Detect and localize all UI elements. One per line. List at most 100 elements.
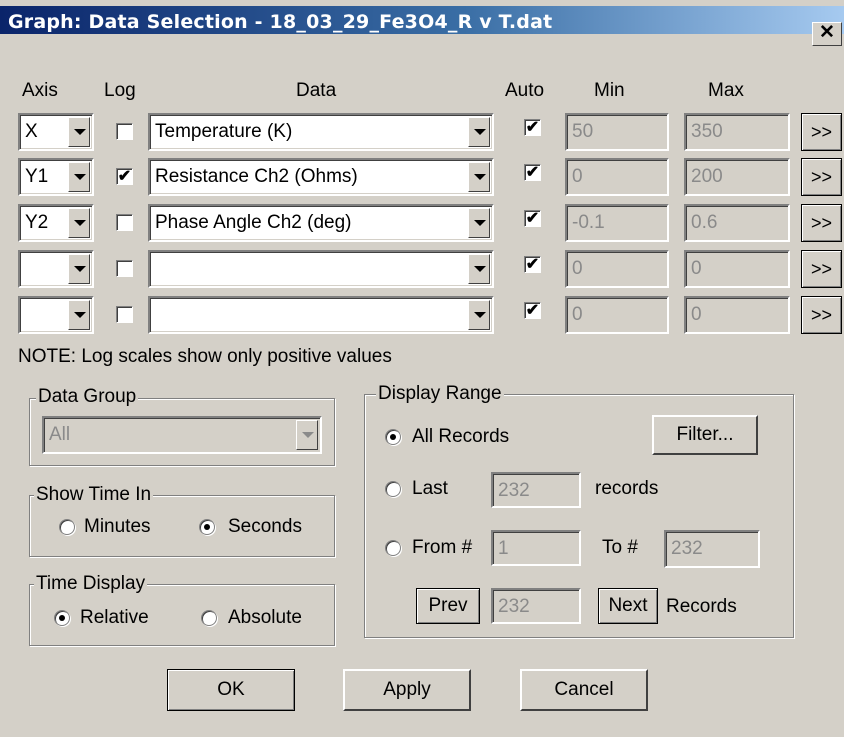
data-value: Phase Angle Ch2 (deg) (155, 212, 352, 233)
checkmark-icon: ✔ (525, 164, 540, 181)
checkmark-icon: ✔ (525, 302, 540, 319)
all-records-label: All Records (412, 426, 510, 447)
auto-checkbox[interactable]: ✔ (524, 302, 541, 319)
chevron-down-icon[interactable] (68, 117, 90, 147)
more-options-button[interactable]: >> (801, 296, 842, 334)
display-range-legend: Display Range (376, 383, 504, 405)
from-value: 1 (498, 538, 509, 559)
more-options-button[interactable]: >> (801, 113, 842, 151)
auto-checkbox[interactable]: ✔ (524, 119, 541, 136)
time-display-legend: Time Display (34, 573, 148, 595)
chevron-down-icon[interactable] (68, 162, 90, 192)
data-select[interactable]: Phase Angle Ch2 (deg) (148, 204, 494, 242)
log-checkbox[interactable] (116, 306, 133, 323)
auto-checkbox[interactable]: ✔ (524, 164, 541, 181)
data-group-select[interactable]: All (42, 416, 322, 454)
prev-button[interactable]: Prev (416, 588, 480, 624)
minutes-radio[interactable] (59, 519, 75, 535)
last-count-input[interactable]: 232 (491, 472, 581, 508)
from-label: From # (412, 537, 473, 558)
axis-select[interactable] (18, 296, 94, 334)
auto-checkbox[interactable]: ✔ (524, 210, 541, 227)
axis-select[interactable]: Y1 (18, 158, 94, 196)
chevron-down-icon[interactable] (68, 300, 90, 330)
filter-button[interactable]: Filter... (652, 415, 758, 455)
more-options-button[interactable]: >> (801, 204, 842, 242)
absolute-radio[interactable] (201, 610, 217, 626)
header-log: Log (104, 80, 136, 101)
relative-radio[interactable] (54, 610, 70, 626)
header-max: Max (708, 80, 744, 101)
chevron-down-icon[interactable] (468, 254, 490, 284)
step-value: 232 (498, 596, 530, 617)
chevron-down-icon[interactable] (468, 117, 490, 147)
chevron-down-icon[interactable] (468, 300, 490, 330)
absolute-label: Absolute (228, 607, 302, 628)
from-input[interactable]: 1 (491, 530, 581, 566)
close-button[interactable]: ✕ (812, 22, 842, 46)
to-input[interactable]: 232 (664, 530, 760, 568)
min-value: 0 (572, 166, 583, 187)
data-select[interactable]: Resistance Ch2 (Ohms) (148, 158, 494, 196)
axis-select[interactable] (18, 250, 94, 288)
max-value: 0 (691, 304, 702, 325)
max-input[interactable]: 0 (684, 296, 790, 334)
apply-button[interactable]: Apply (343, 669, 471, 711)
records-suffix-label: records (595, 478, 659, 499)
title-bar: Graph: Data Selection - 18_03_29_Fe3O4_R… (0, 0, 844, 34)
step-input[interactable]: 232 (491, 588, 581, 624)
more-options-button[interactable]: >> (801, 250, 842, 288)
seconds-radio[interactable] (199, 519, 215, 535)
max-input[interactable]: 0 (684, 250, 790, 288)
max-input[interactable]: 0.6 (684, 204, 790, 242)
last-radio[interactable] (385, 481, 401, 497)
note-text: NOTE: Log scales show only positive valu… (18, 346, 392, 367)
log-checkbox[interactable] (116, 260, 133, 277)
min-input[interactable]: 0 (565, 250, 669, 288)
log-checkbox[interactable]: ✔ (116, 168, 133, 185)
axis-select[interactable]: Y2 (18, 204, 94, 242)
max-value: 0.6 (691, 212, 718, 233)
last-count-value: 232 (498, 480, 530, 501)
minutes-label: Minutes (84, 516, 151, 537)
log-checkbox[interactable] (116, 123, 133, 140)
chevron-down-icon[interactable] (468, 208, 490, 238)
min-input[interactable]: 50 (565, 113, 669, 151)
data-select[interactable] (148, 250, 494, 288)
min-input[interactable]: 0 (565, 296, 669, 334)
records-label: Records (666, 596, 737, 617)
header-min: Min (594, 80, 625, 101)
all-records-radio[interactable] (385, 429, 401, 445)
data-value: Resistance Ch2 (Ohms) (155, 166, 358, 187)
axis-select[interactable]: X (18, 113, 94, 151)
last-label: Last (412, 478, 448, 499)
to-label: To # (602, 537, 638, 558)
log-checkbox[interactable] (116, 214, 133, 231)
auto-checkbox[interactable]: ✔ (524, 256, 541, 273)
data-select[interactable] (148, 296, 494, 334)
data-value: Temperature (K) (155, 121, 293, 142)
show-time-in-legend: Show Time In (34, 484, 154, 506)
more-options-button[interactable]: >> (801, 158, 842, 196)
ok-button[interactable]: OK (167, 669, 295, 711)
max-value: 350 (691, 121, 723, 142)
min-input[interactable]: -0.1 (565, 204, 669, 242)
data-select[interactable]: Temperature (K) (148, 113, 494, 151)
chevron-down-icon[interactable] (296, 420, 318, 450)
header-data: Data (296, 80, 337, 101)
chevron-down-icon[interactable] (468, 162, 490, 192)
min-input[interactable]: 0 (565, 158, 669, 196)
header-auto: Auto (505, 80, 545, 101)
chevron-down-icon[interactable] (68, 208, 90, 238)
checkmark-icon: ✔ (117, 168, 132, 185)
max-input[interactable]: 350 (684, 113, 790, 151)
from-radio[interactable] (385, 540, 401, 556)
chevron-down-icon[interactable] (68, 254, 90, 284)
window-title: Graph: Data Selection - 18_03_29_Fe3O4_R… (8, 11, 553, 33)
next-button[interactable]: Next (598, 588, 658, 624)
axis-value: Y1 (25, 166, 49, 187)
min-value: 0 (572, 258, 583, 279)
cancel-button[interactable]: Cancel (520, 669, 648, 711)
max-value: 0 (691, 258, 702, 279)
max-input[interactable]: 200 (684, 158, 790, 196)
